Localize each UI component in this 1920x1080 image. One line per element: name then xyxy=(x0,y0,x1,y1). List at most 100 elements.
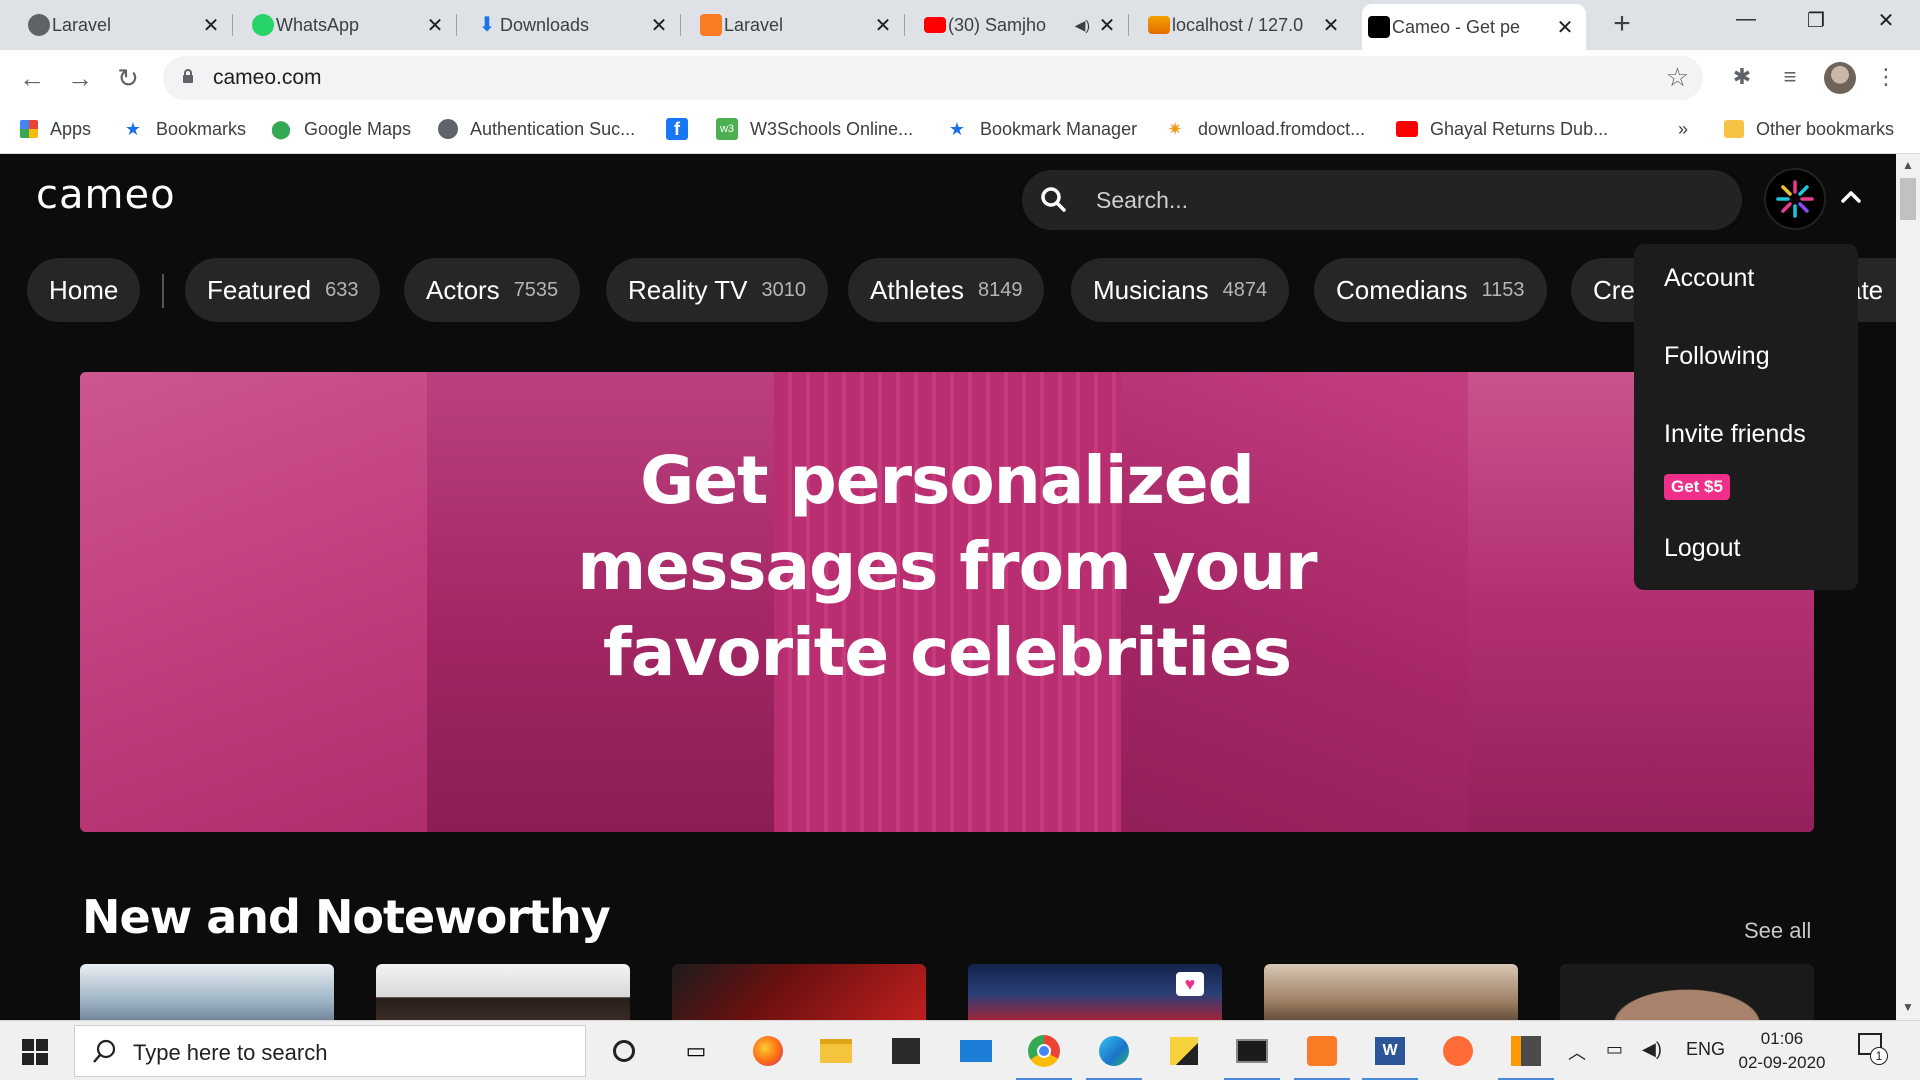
xampp-icon[interactable] xyxy=(1294,1031,1350,1080)
search-icon xyxy=(93,1039,116,1063)
celebrity-card[interactable] xyxy=(80,964,334,1020)
bookmark-download[interactable]: ✷ download.fromdoct... xyxy=(1164,116,1365,142)
category-home[interactable]: Home xyxy=(27,258,141,322)
volume-icon[interactable]: ◀) xyxy=(1642,1039,1662,1060)
battery-icon[interactable]: ▭ xyxy=(1606,1039,1623,1060)
menu-item-logout[interactable]: Logout xyxy=(1664,534,1740,563)
celebrity-card[interactable] xyxy=(376,964,630,1020)
cortana-icon[interactable] xyxy=(604,1031,644,1071)
cameo-page: cameo Home Featured 633 xyxy=(0,154,1896,1020)
bookmark-google-maps[interactable]: ⬤ Google Maps xyxy=(270,116,411,142)
scrollbar-thumb[interactable] xyxy=(1900,178,1916,220)
bookmark-authentication[interactable]: Authentication Suc... xyxy=(438,116,635,142)
search-bar[interactable] xyxy=(1022,170,1742,230)
cameo-logo[interactable]: cameo xyxy=(36,172,176,218)
account-avatar[interactable] xyxy=(1764,168,1826,230)
category-athletes[interactable]: Athletes 8149 xyxy=(848,258,1045,322)
bookmark-w3schools[interactable]: w3 W3Schools Online... xyxy=(716,116,913,142)
sublime-text-icon[interactable] xyxy=(1498,1031,1554,1080)
category-reality-tv[interactable]: Reality TV 3010 xyxy=(606,258,828,322)
extensions-icon[interactable]: ✱ xyxy=(1728,64,1756,92)
search-input[interactable] xyxy=(1096,180,1716,220)
terminal-icon[interactable] xyxy=(1224,1031,1280,1080)
notification-center-icon[interactable]: 1 xyxy=(1858,1033,1890,1067)
tab-downloads[interactable]: ⬇ Downloads ✕ xyxy=(470,4,681,46)
celebrity-card[interactable] xyxy=(672,964,926,1020)
url-text[interactable]: cameo.com xyxy=(213,66,322,90)
celebrity-card[interactable]: ♥ xyxy=(968,964,1222,1020)
minimize-button[interactable]: — xyxy=(1716,8,1776,31)
word-icon[interactable]: W xyxy=(1362,1031,1418,1080)
menu-item-account[interactable]: Account xyxy=(1664,264,1754,293)
reload-button[interactable]: ↻ xyxy=(112,62,144,94)
category-count: 1153 xyxy=(1481,278,1525,301)
speaker-icon[interactable]: ◀) xyxy=(1075,17,1090,34)
tab-cameo[interactable]: Cameo - Get pe ✕ xyxy=(1362,4,1586,50)
scroll-up-arrow-icon[interactable]: ▲ xyxy=(1896,158,1920,172)
profile-avatar[interactable] xyxy=(1824,62,1856,94)
favorite-heart-icon[interactable]: ♥ xyxy=(1176,972,1204,996)
bookmark-manager[interactable]: ★ Bookmark Manager xyxy=(946,116,1137,142)
edge-icon[interactable] xyxy=(1086,1031,1142,1080)
new-tab-button[interactable]: + xyxy=(1604,9,1640,39)
close-icon[interactable]: ✕ xyxy=(1554,15,1576,40)
taskbar-search-box[interactable]: Type here to search xyxy=(74,1025,586,1077)
task-view-icon[interactable]: ▭ xyxy=(676,1031,716,1071)
tab-youtube[interactable]: (30) Samjho ◀) ✕ xyxy=(918,4,1129,46)
close-icon[interactable]: ✕ xyxy=(1096,13,1118,38)
store-icon[interactable] xyxy=(886,1031,926,1071)
bookmark-apps[interactable]: Apps xyxy=(20,116,91,142)
windows-start-icon[interactable] xyxy=(22,1039,48,1065)
menu-item-invite-friends[interactable]: Invite friends xyxy=(1664,420,1806,449)
show-hidden-icons[interactable]: ︿ xyxy=(1568,1039,1586,1065)
tab-whatsapp[interactable]: WhatsApp ✕ xyxy=(246,4,457,46)
bookmark-bookmarks[interactable]: ★ Bookmarks xyxy=(122,116,246,142)
tab-title: localhost / 127.0 xyxy=(1172,14,1304,35)
category-featured[interactable]: Featured 633 xyxy=(185,258,381,322)
category-actors[interactable]: Actors 7535 xyxy=(404,258,581,322)
tab-laravel-1[interactable]: Laravel ✕ xyxy=(22,4,233,46)
menu-item-following[interactable]: Following xyxy=(1664,342,1770,371)
see-all-link[interactable]: See all xyxy=(1744,918,1811,944)
bookmark-ghayal[interactable]: Ghayal Returns Dub... xyxy=(1396,116,1608,142)
page-scrollbar[interactable]: ▲ ▼ xyxy=(1896,154,1920,1020)
close-icon[interactable]: ✕ xyxy=(424,13,446,38)
menu-kebab-icon[interactable]: ⋮ xyxy=(1872,64,1900,92)
firefox-icon[interactable] xyxy=(748,1031,788,1071)
browser-toolbar: ← → ↻ cameo.com ☆ ✱ ≡ ⋮ xyxy=(0,50,1920,106)
close-icon[interactable]: ✕ xyxy=(872,13,894,38)
hero-banner[interactable]: Get personalized messages from your favo… xyxy=(80,372,1814,832)
celebrity-card[interactable] xyxy=(1264,964,1518,1020)
close-icon[interactable]: ✕ xyxy=(200,13,222,38)
tab-phpmyadmin[interactable]: localhost / 127.0 ✕ xyxy=(1142,4,1352,46)
file-explorer-icon[interactable] xyxy=(816,1031,856,1071)
postman-icon[interactable] xyxy=(1438,1031,1478,1071)
back-button[interactable]: ← xyxy=(16,62,48,94)
xampp-icon xyxy=(700,14,722,36)
restore-button[interactable]: ❐ xyxy=(1786,8,1846,33)
other-bookmarks[interactable]: Other bookmarks xyxy=(1724,116,1894,142)
scroll-down-arrow-icon[interactable]: ▼ xyxy=(1896,1000,1920,1014)
address-bar[interactable]: cameo.com ☆ xyxy=(163,56,1703,100)
mail-icon[interactable] xyxy=(956,1031,996,1071)
chevron-up-icon[interactable] xyxy=(1836,182,1866,212)
category-comedians[interactable]: Comedians 1153 xyxy=(1314,258,1547,322)
category-label: Athletes xyxy=(870,274,964,305)
sticky-notes-icon[interactable] xyxy=(1164,1031,1204,1071)
close-icon[interactable]: ✕ xyxy=(1320,13,1342,38)
bookmarks-overflow[interactable]: » xyxy=(1678,116,1688,142)
language-indicator[interactable]: ENG xyxy=(1686,1039,1725,1060)
category-musicians[interactable]: Musicians 4874 xyxy=(1071,258,1290,322)
media-control-icon[interactable]: ≡ xyxy=(1776,64,1804,92)
tab-laravel-2[interactable]: Laravel ✕ xyxy=(694,4,905,46)
close-window-button[interactable]: ✕ xyxy=(1856,8,1916,33)
category-count: 8149 xyxy=(977,278,1023,301)
forward-button[interactable]: → xyxy=(64,62,96,94)
taskbar-clock[interactable]: 01:06 02-09-2020 xyxy=(1732,1027,1832,1075)
bookmark-facebook[interactable]: f xyxy=(666,116,700,142)
bookmark-star-icon[interactable]: ☆ xyxy=(1666,62,1689,93)
chrome-icon[interactable] xyxy=(1016,1031,1072,1080)
celebrity-card[interactable] xyxy=(1560,964,1814,1020)
bookmark-label: W3Schools Online... xyxy=(750,118,914,139)
close-icon[interactable]: ✕ xyxy=(648,13,670,38)
